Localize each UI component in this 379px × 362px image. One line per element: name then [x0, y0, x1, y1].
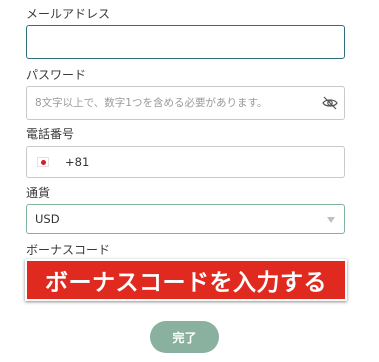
bonus-code-annotation-banner: ボーナスコードを入力する: [25, 259, 347, 301]
eye-slash-icon[interactable]: [322, 96, 338, 110]
phone-country-code: +81: [65, 155, 90, 169]
email-label: メールアドレス: [26, 7, 111, 21]
currency-select[interactable]: USD: [26, 204, 345, 234]
password-input[interactable]: 8文字以上で、数字1つを含める必要があります。: [26, 86, 345, 120]
currency-label: 通貨: [26, 186, 51, 200]
currency-selected-value: USD: [35, 212, 60, 226]
chevron-down-icon: [327, 217, 335, 223]
bonus-code-label: ボーナスコード: [26, 243, 111, 257]
japan-flag-icon[interactable]: [37, 157, 49, 167]
submit-button[interactable]: 完了: [150, 321, 219, 353]
phone-label: 電話番号: [26, 127, 75, 141]
phone-input[interactable]: +81: [26, 146, 345, 178]
password-placeholder: 8文字以上で、数字1つを含める必要があります。: [35, 97, 268, 109]
email-input[interactable]: [26, 25, 345, 59]
password-label: パスワード: [26, 68, 87, 82]
